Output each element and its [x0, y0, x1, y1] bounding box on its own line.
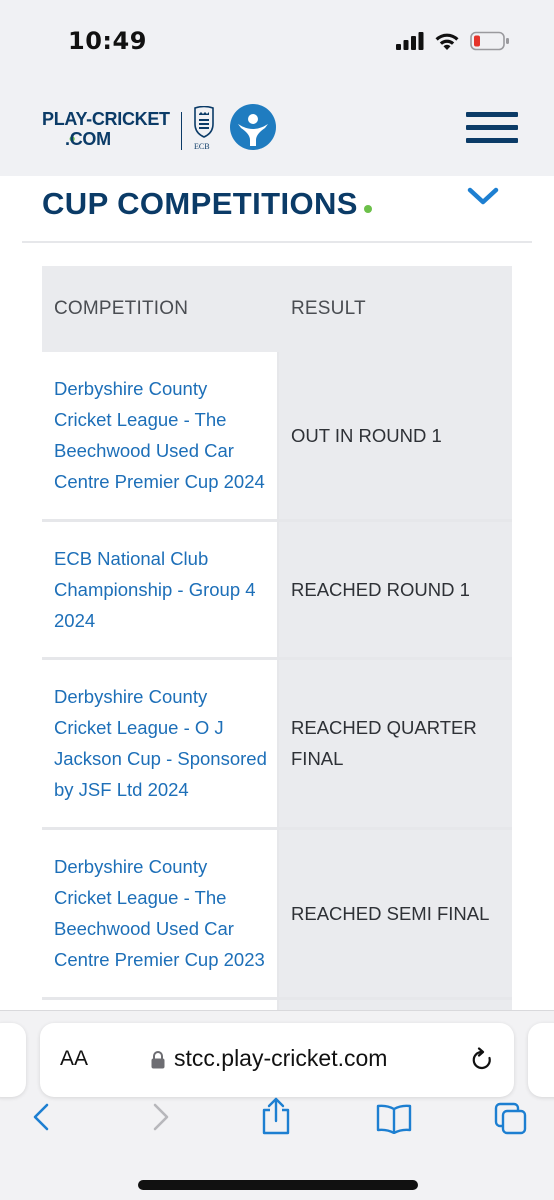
share-icon[interactable]: [260, 1096, 292, 1136]
table-row: Derbyshire County Cricket League - O J J…: [42, 658, 512, 830]
wifi-icon: [435, 33, 459, 50]
site-header: PLAY-CRICKET •.COM ECB: [0, 80, 554, 176]
reload-icon[interactable]: [470, 1047, 494, 1073]
hamburger-menu-icon[interactable]: [466, 112, 518, 148]
status-icons: [396, 31, 510, 51]
ecb-label: ECB: [194, 142, 210, 151]
competition-link[interactable]: Derbyshire County Cricket League - The B…: [54, 378, 265, 492]
logo-line2: •.COM: [65, 129, 111, 149]
battery-low-icon: [470, 31, 509, 51]
previous-tab-preview[interactable]: [0, 1023, 26, 1097]
logo-line1: PLAY-CRICKET: [42, 109, 170, 129]
column-header-result: RESULT: [278, 266, 512, 352]
competition-link[interactable]: Derbyshire County Cricket League - The B…: [54, 856, 265, 970]
table-row: ECB National Club Championship - Group 4…: [42, 520, 512, 660]
competition-cell: Derbyshire County Cricket League - The B…: [42, 352, 279, 522]
url-field[interactable]: AA stcc.play-cricket.com: [40, 1023, 514, 1097]
competition-link[interactable]: ECB National Club Championship - Group 4…: [54, 548, 256, 631]
competition-cell: Derbyshire County Cricket League - O J J…: [42, 658, 279, 830]
lock-icon: [151, 1051, 165, 1069]
result-cell: REACHED SEMI FINAL: [278, 828, 512, 1000]
tabs-icon[interactable]: [494, 1102, 528, 1136]
competition-link[interactable]: Derbyshire County Cricket League - O J J…: [54, 686, 267, 800]
url-text: stcc.play-cricket.com: [174, 1045, 388, 1071]
browser-toolbar: [0, 1088, 554, 1148]
cellular-signal-icon: [396, 32, 424, 50]
play-cricket-logo[interactable]: PLAY-CRICKET •.COM: [42, 109, 170, 149]
section-header: CUP COMPETITIONS: [22, 176, 532, 243]
column-header-competition: COMPETITION: [42, 266, 279, 352]
competition-cell: ECB National Club Championship - Group 4…: [42, 520, 279, 660]
status-time: 10:49: [68, 27, 147, 55]
table-row: Derbyshire County Cricket League - The B…: [42, 352, 512, 522]
forward-icon[interactable]: [152, 1102, 170, 1132]
bookmarks-icon[interactable]: [376, 1104, 412, 1134]
player-figure-logo-icon: [230, 104, 276, 150]
table-header-row: COMPETITION RESULT: [42, 266, 512, 352]
next-tab-preview[interactable]: [528, 1023, 554, 1097]
chevron-down-icon[interactable]: [466, 184, 500, 208]
logo-divider: [181, 112, 182, 150]
home-indicator: [138, 1180, 418, 1190]
status-bar: 10:49: [0, 0, 554, 80]
table-row: Derbyshire County Cricket League - The B…: [42, 828, 512, 1000]
result-cell: REACHED ROUND 1: [278, 520, 512, 660]
competition-cell: Derbyshire County Cricket League - The B…: [42, 828, 279, 1000]
result-cell: REACHED QUARTER FINAL: [278, 658, 512, 830]
reader-aa-button[interactable]: AA: [60, 1047, 88, 1071]
section-title: CUP COMPETITIONS: [42, 186, 372, 222]
result-cell: OUT IN ROUND 1: [278, 352, 512, 522]
ecb-crest-icon: [194, 106, 214, 138]
cup-competitions-table: COMPETITION RESULT Derbyshire County Cri…: [42, 266, 512, 1020]
back-icon[interactable]: [32, 1102, 50, 1132]
